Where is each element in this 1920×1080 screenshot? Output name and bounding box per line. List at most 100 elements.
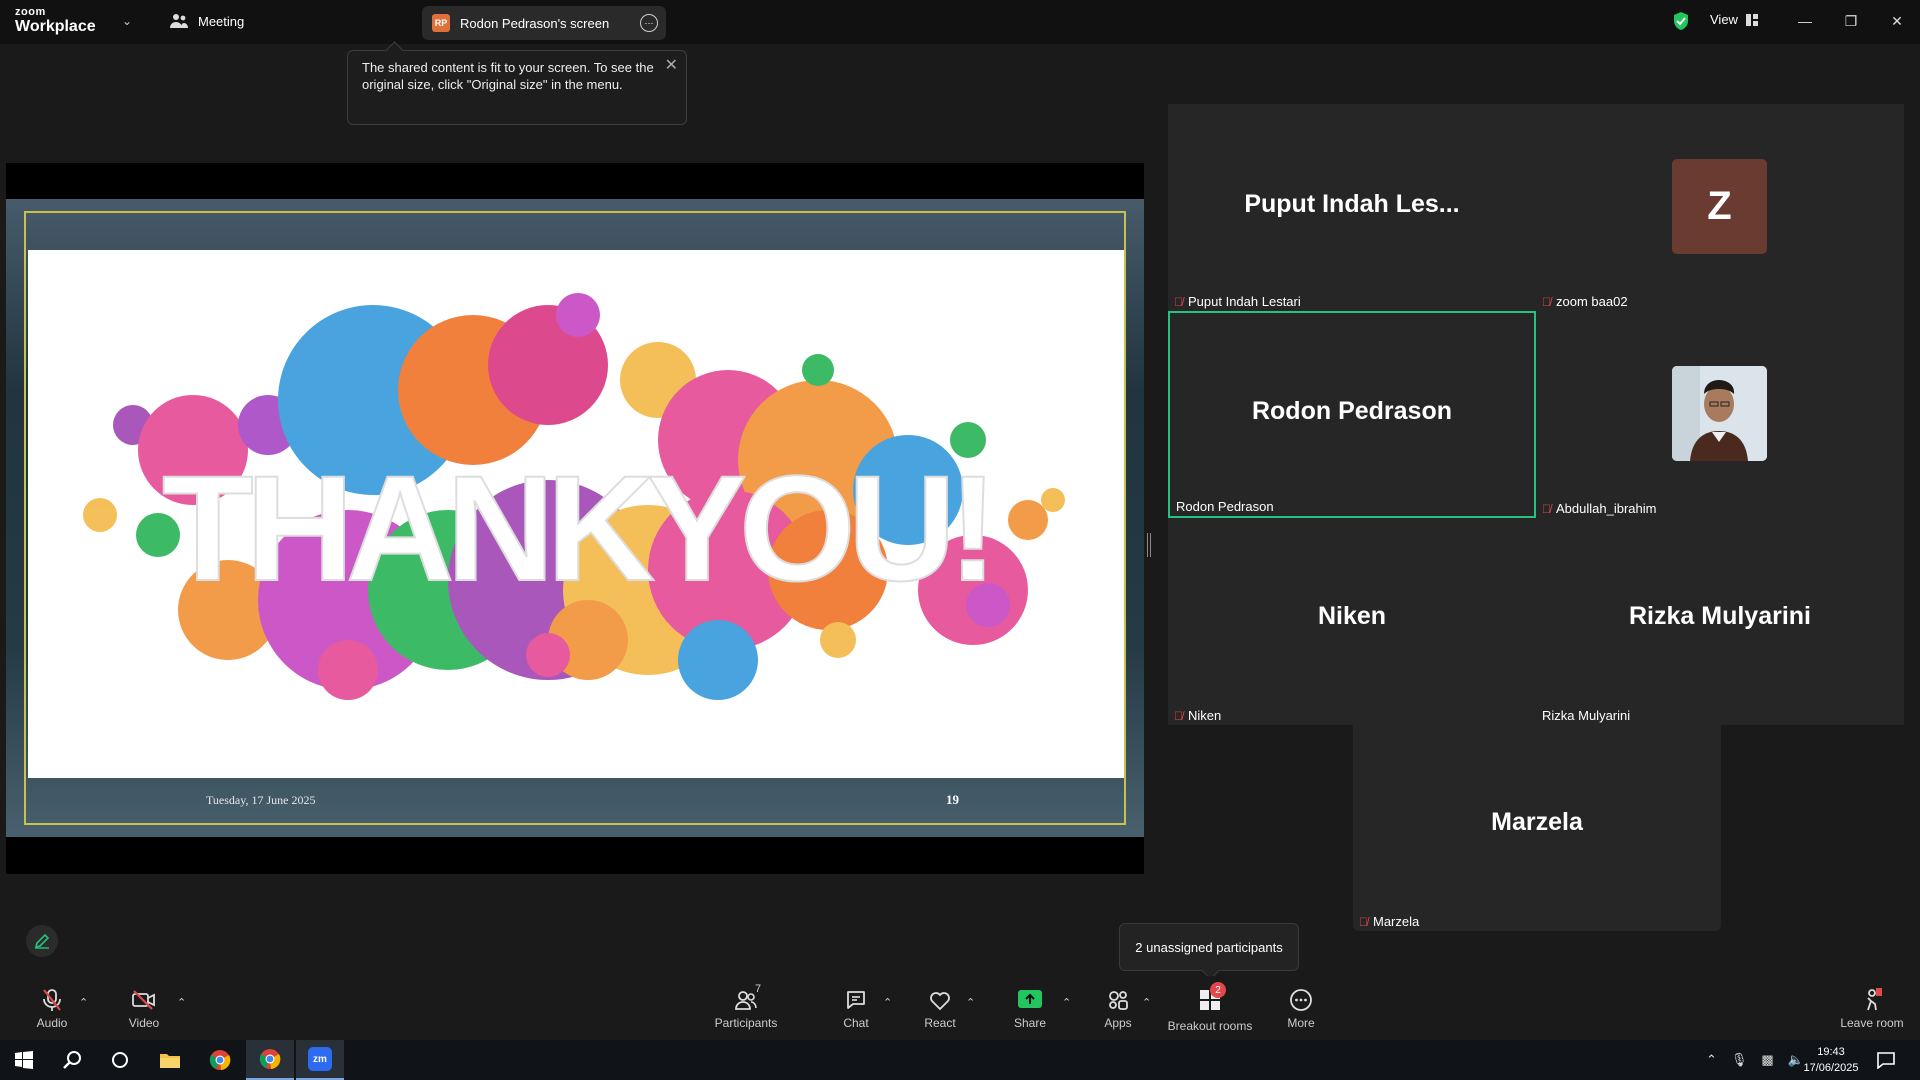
breakout-icon-wrap: 2 [1198, 982, 1226, 1019]
chat-options-caret[interactable]: ⌃ [883, 996, 892, 1009]
share-button[interactable]: Share [993, 988, 1067, 1030]
chevron-up-icon[interactable]: ⌃ [1706, 1052, 1717, 1068]
chat-icon [847, 991, 865, 1009]
zoom-workplace-logo[interactable]: zoom Workplace [15, 7, 96, 35]
react-button[interactable]: React [903, 988, 977, 1030]
search-button[interactable] [48, 1040, 96, 1080]
shared-screen-label: Rodon Pedrason's screen [460, 15, 610, 31]
logo-top-text: zoom [15, 6, 46, 18]
share-screen-icon [1018, 990, 1042, 1008]
audio-options-caret[interactable]: ⌃ [79, 996, 88, 1009]
participant-display-name: Niken [1317, 602, 1387, 630]
participant-name: Marzela [1373, 914, 1420, 929]
shared-screen-view[interactable]: THANKYOU! Tuesday, 17 June 2025 19 [6, 163, 1144, 874]
participants-label: Participants [714, 1016, 778, 1030]
people-icon [170, 14, 188, 28]
participant-name: Niken [1188, 708, 1222, 723]
resize-handle[interactable] [1147, 533, 1151, 557]
participant-label: 🎙̸ zoom baa02 [1542, 294, 1628, 309]
participant-tile[interactable]: Puput Indah Les... 🎙̸ Puput Indah Lestari [1168, 104, 1536, 311]
video-button[interactable]: Video [107, 988, 181, 1030]
participant-name: zoom baa02 [1556, 294, 1628, 309]
participant-tile[interactable]: 🎙̸ Abdullah_ibrahim [1536, 311, 1904, 518]
participant-label: Rodon Pedrason [1176, 499, 1274, 514]
participant-tile[interactable]: Niken 🎙̸ Niken [1168, 518, 1536, 725]
minimize-button[interactable]: — [1785, 8, 1825, 34]
shared-screen-tab[interactable]: RP Rodon Pedrason's screen ⋯ [422, 6, 666, 40]
start-button[interactable] [0, 1040, 48, 1080]
more-button[interactable]: More [1264, 988, 1338, 1030]
microphone-icon[interactable]: 🎙 [1731, 1052, 1748, 1068]
participant-label: Rizka Mulyarini [1542, 708, 1630, 723]
zoom-app-button[interactable]: zm [296, 1040, 344, 1080]
search-icon [63, 1051, 81, 1069]
chevron-down-icon[interactable]: ⌄ [122, 14, 132, 28]
clock-time: 19:43 [1817, 1046, 1845, 1058]
slide-content: THANKYOU! [28, 250, 1124, 778]
thank-you-graphic: THANKYOU! [83, 293, 1065, 700]
chrome-button[interactable] [196, 1040, 244, 1080]
participant-tile[interactable]: Z 🎙̸ zoom baa02 [1536, 104, 1904, 311]
close-icon[interactable]: ✕ [665, 57, 678, 74]
annotate-pencil-button[interactable] [26, 925, 58, 957]
audio-button[interactable]: Audio [15, 988, 89, 1030]
participant-tile[interactable]: Rizka Mulyarini Rizka Mulyarini [1536, 518, 1904, 725]
apps-options-caret[interactable]: ⌃ [1142, 996, 1151, 1009]
windows-taskbar: zm ⌃ 🎙 ▩ 🔈 19:43 17/06/2025 [0, 1040, 1920, 1080]
network-icon[interactable]: ▩ [1761, 1052, 1773, 1068]
view-button[interactable]: View [1710, 12, 1758, 27]
video-options-caret[interactable]: ⌃ [177, 996, 186, 1009]
restore-button[interactable]: ❐ [1831, 8, 1871, 34]
view-label: View [1710, 12, 1738, 27]
slide-headline: THANKYOU! [162, 444, 990, 612]
active-speaker-tile[interactable]: Rodon Pedrason Rodon Pedrason [1168, 311, 1536, 518]
mic-muted-icon: 🎙̸ [1542, 501, 1551, 516]
unassigned-participants-tooltip: 2 unassigned participants [1119, 923, 1299, 971]
meeting-button[interactable]: Meeting [170, 13, 244, 29]
participant-video [1672, 366, 1767, 461]
chrome-profile-button[interactable] [246, 1040, 294, 1080]
react-options-caret[interactable]: ⌃ [966, 996, 975, 1009]
participant-label: 🎙̸ Niken [1174, 708, 1221, 723]
breakout-rooms-button[interactable]: 2 Breakout rooms [1164, 982, 1256, 1033]
mic-muted-icon: 🎙̸ [1174, 708, 1183, 723]
participants-button[interactable]: 7 Participants [709, 983, 783, 1030]
zoom-icon: zm [308, 1047, 332, 1071]
pencil-icon [34, 933, 50, 949]
close-window-button[interactable]: ✕ [1877, 8, 1917, 34]
leave-room-icon [1867, 988, 1882, 1011]
leave-room-label: Leave room [1840, 1016, 1904, 1030]
participant-label: 🎙̸ Marzela [1359, 914, 1419, 929]
grid-view-icon [1745, 13, 1758, 26]
chat-button[interactable]: Chat [819, 988, 893, 1030]
system-tray: ⌃ 🎙 ▩ 🔈 [1706, 1040, 1804, 1080]
security-shield-icon[interactable] [1672, 11, 1690, 31]
leave-room-button[interactable]: Leave room [1832, 988, 1912, 1030]
participant-label: 🎙̸ Puput Indah Lestari [1174, 294, 1301, 309]
cortana-icon [112, 1052, 128, 1068]
meeting-label: Meeting [198, 13, 245, 29]
apps-button[interactable]: Apps [1081, 988, 1155, 1030]
participant-display-name: Rizka Mulyarini [1629, 602, 1811, 630]
taskbar-clock[interactable]: 19:43 17/06/2025 [1796, 1044, 1866, 1076]
video-label: Video [128, 1016, 160, 1030]
tooltip-text: 2 unassigned participants [1135, 939, 1283, 955]
chrome-icon [259, 1049, 281, 1069]
notification-icon [1877, 1052, 1895, 1069]
more-options-icon[interactable]: ⋯ [640, 14, 658, 32]
person-photo [1672, 366, 1767, 461]
participant-display-name: Marzela [1491, 808, 1583, 836]
notifications-button[interactable] [1862, 1040, 1910, 1080]
participant-tile[interactable]: Marzela 🎙̸ Marzela [1353, 724, 1721, 931]
mic-muted-icon: 🎙̸ [1174, 294, 1183, 309]
share-options-caret[interactable]: ⌃ [1062, 996, 1071, 1009]
participant-name: Rizka Mulyarini [1542, 708, 1631, 723]
chat-label: Chat [843, 1016, 869, 1030]
task-view-button[interactable] [96, 1040, 144, 1080]
logo-bottom-text: Workplace [15, 18, 96, 35]
participant-label: 🎙̸ Abdullah_ibrahim [1542, 501, 1656, 516]
participants-count: 7 [755, 983, 762, 995]
more-icon [1290, 989, 1312, 1011]
file-explorer-button[interactable] [146, 1040, 194, 1080]
title-bar: zoom Workplace ⌄ Meeting RP Rodon Pedras… [0, 0, 1920, 44]
